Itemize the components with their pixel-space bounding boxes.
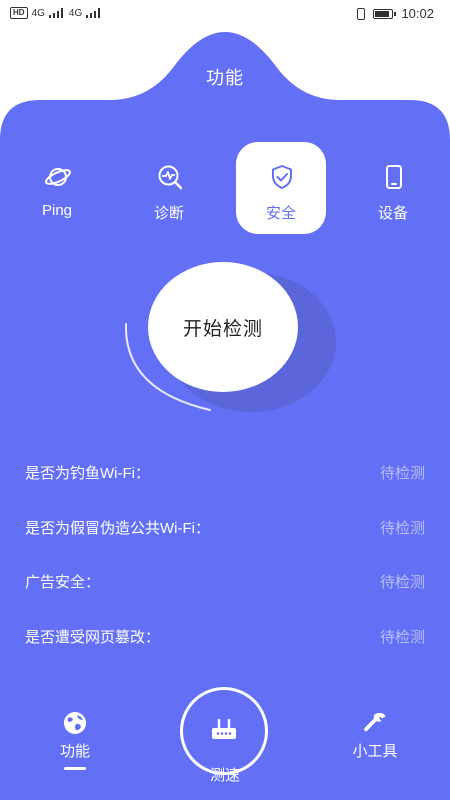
check-question: 是否为假冒伪造公共Wi-Fi：: [25, 520, 210, 537]
tab-device-label: 设备: [377, 205, 408, 222]
check-question: 是否为钓鱼Wi-Fi：: [25, 465, 150, 482]
nav-function[interactable]: 功能: [45, 710, 105, 770]
router-icon: [212, 718, 236, 739]
speed-test-label: 测速: [209, 767, 240, 784]
detect-area: 开始检测: [118, 262, 336, 422]
check-row: 是否为钓鱼Wi-Fi： 待检测: [25, 462, 425, 486]
page-title: 功能: [206, 68, 244, 88]
nav-tools[interactable]: 小工具: [340, 710, 410, 761]
speed-test-button[interactable]: [180, 687, 268, 775]
check-row: 广告安全： 待检测: [25, 571, 425, 595]
start-detect-button[interactable]: 开始检测: [148, 262, 298, 392]
shield-check-icon: [272, 165, 292, 189]
planet-icon: [45, 168, 71, 186]
check-status: 待检测: [379, 574, 425, 591]
nav-function-label: 功能: [59, 743, 90, 760]
check-status: 待检测: [379, 465, 425, 482]
tab-security-label: 安全: [265, 205, 296, 222]
diagnose-icon: [158, 165, 183, 190]
check-status: 待检测: [379, 629, 425, 646]
active-indicator: [64, 767, 86, 770]
tab-device[interactable]: 设备: [348, 142, 438, 234]
tab-ping-label: Ping: [41, 202, 73, 219]
tab-ping[interactable]: Ping: [12, 142, 102, 234]
check-row: 是否为假冒伪造公共Wi-Fi： 待检测: [25, 517, 425, 541]
check-status: 待检测: [379, 520, 425, 537]
tab-security[interactable]: 安全: [236, 142, 326, 234]
globe-icon: [64, 712, 86, 734]
wrench-icon: [364, 712, 386, 732]
check-question: 广告安全：: [25, 574, 101, 591]
tab-diagnose-label: 诊断: [153, 205, 184, 222]
tab-diagnose[interactable]: 诊断: [124, 142, 214, 234]
nav-tools-label: 小工具: [352, 743, 398, 760]
check-question: 是否遭受网页篡改：: [25, 629, 161, 646]
phone-icon: [386, 165, 402, 189]
check-row: 是否遭受网页篡改： 待检测: [25, 626, 425, 650]
